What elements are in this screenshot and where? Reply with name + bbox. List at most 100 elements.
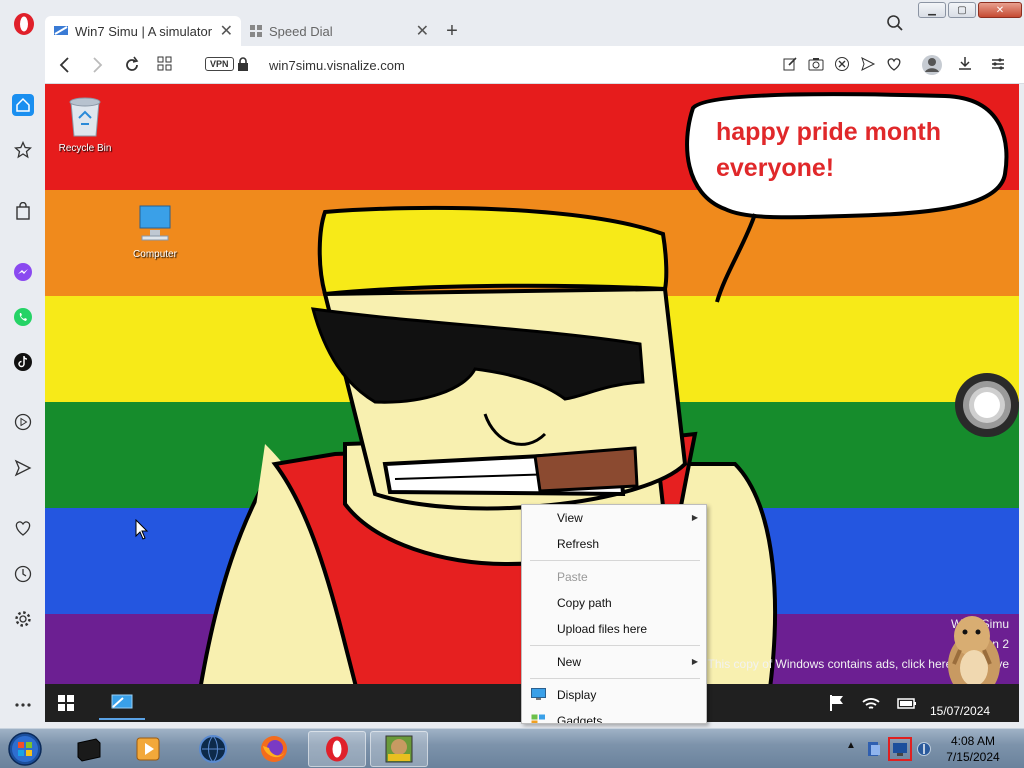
sidebar-send-icon[interactable] [12, 457, 34, 479]
speed-dial-icon [250, 25, 262, 37]
tray-app-icon[interactable] [866, 741, 882, 757]
sidebar-messenger-icon[interactable] [12, 261, 34, 283]
opera-sidebar [0, 84, 45, 728]
display-app-icon [111, 694, 133, 709]
context-menu-refresh[interactable]: Refresh [522, 531, 706, 557]
simulator-date[interactable]: 15/07/2024 [930, 704, 990, 718]
taskbar-opera[interactable] [308, 731, 366, 767]
recycle-bin-icon [69, 97, 101, 137]
wifi-icon[interactable] [861, 694, 881, 712]
taskbar-media-center[interactable] [60, 731, 118, 767]
menu-item-label: View [557, 511, 583, 525]
tray-volume-icon[interactable] [916, 741, 932, 757]
taskbar-media-player[interactable] [120, 731, 178, 767]
desktop-context-menu: View ▶ Refresh Paste Copy path Upload fil… [521, 504, 707, 724]
taskbar-box-game[interactable] [370, 731, 428, 767]
sidebar-tiktok-icon[interactable] [12, 351, 34, 373]
menu-item-label: Copy path [557, 596, 612, 610]
context-menu-gadgets[interactable]: Gadgets [522, 708, 706, 723]
desktop-icon-label: Recycle Bin [58, 143, 112, 154]
gadgets-icon [531, 714, 545, 723]
firefox-icon [261, 736, 287, 762]
system-clock[interactable]: 4:08 AM 7/15/2024 [940, 733, 1006, 765]
display-icon [531, 688, 546, 700]
reload-icon[interactable] [123, 56, 141, 74]
sidebar-more-icon[interactable] [12, 694, 34, 716]
context-menu-display[interactable]: Display [522, 682, 706, 708]
computer-icon [139, 205, 171, 241]
floating-action-button[interactable] [954, 372, 1020, 438]
desktop-icon-computer[interactable]: Computer [115, 204, 195, 260]
close-window-button[interactable]: ✕ [978, 2, 1022, 18]
opera-icon [326, 736, 348, 762]
tray-network-icon[interactable] [888, 737, 912, 761]
tab-grid-icon[interactable] [157, 56, 173, 72]
opera-logo-icon[interactable] [12, 12, 36, 36]
vpn-badge[interactable]: VPN [205, 57, 234, 71]
download-icon[interactable] [957, 56, 973, 72]
tab-speed-dial[interactable]: Speed Dial ✕ [241, 16, 437, 46]
show-hidden-icons-icon[interactable]: ▲ [846, 740, 856, 751]
speech-line-1: happy pride month [716, 118, 941, 146]
taskbar-firefox[interactable] [245, 731, 303, 767]
windows-orb-icon[interactable] [6, 731, 44, 767]
simulator-taskbar-app[interactable] [99, 688, 145, 720]
sidebar-shopping-icon[interactable] [12, 200, 34, 222]
taskbar-globe-app[interactable] [184, 731, 242, 767]
windows-start-icon[interactable] [57, 694, 75, 712]
menu-item-label: Refresh [557, 537, 600, 551]
submenu-arrow-icon: ▶ [691, 513, 698, 522]
forward-icon[interactable] [89, 56, 105, 74]
heart-icon[interactable] [886, 56, 902, 72]
menu-separator [530, 560, 700, 561]
window-controls: ▁ ▢ ✕ [918, 2, 1022, 18]
tab-win7simu[interactable]: Win7 Simu | A simulator of Windows 7 ✕ [45, 16, 241, 46]
box-game-icon [385, 735, 413, 763]
profile-avatar-icon[interactable] [921, 54, 943, 76]
clock-date: 7/15/2024 [946, 750, 1000, 764]
url-field[interactable]: win7simu.visnalize.com [269, 58, 405, 73]
context-menu-view[interactable]: View ▶ [522, 505, 706, 531]
speech-bubble-text: happy pride month everyone! [716, 114, 996, 186]
host-taskbar: ▲ 4:08 AM 7/15/2024 [0, 728, 1024, 768]
browser-window: Win7 Simu | A simulator of Windows 7 ✕ S… [0, 0, 1024, 728]
back-icon[interactable] [57, 56, 73, 74]
speech-line-2: everyone! [716, 154, 835, 182]
close-tab-icon[interactable]: ✕ [416, 21, 429, 41]
menu-item-label: Paste [557, 570, 588, 584]
close-tab-icon[interactable]: ✕ [220, 21, 233, 41]
address-bar: VPN win7simu.visnalize.com [45, 46, 1024, 84]
edit-share-icon[interactable] [782, 56, 798, 72]
context-menu-new[interactable]: New ▶ [522, 649, 706, 675]
mouse-cursor-icon [135, 519, 149, 540]
sidebar-bookmarks-icon[interactable] [12, 139, 34, 161]
sidebar-whatsapp-icon[interactable] [12, 306, 34, 328]
win7simu-favicon-icon [54, 26, 68, 35]
media-center-icon [77, 738, 101, 762]
easy-setup-icon[interactable] [990, 56, 1006, 72]
desktop-icon-recycle-bin[interactable]: Recycle Bin [45, 94, 125, 154]
tab-title: Speed Dial [269, 23, 333, 39]
sidebar-player-icon[interactable] [12, 411, 34, 433]
battery-icon[interactable] [897, 694, 917, 712]
send-icon[interactable] [860, 56, 876, 72]
sidebar-home-icon[interactable] [12, 94, 34, 116]
sidebar-settings-icon[interactable] [12, 608, 34, 630]
flag-icon[interactable] [829, 694, 845, 712]
search-tabs-icon[interactable] [886, 14, 904, 32]
tab-strip: Win7 Simu | A simulator of Windows 7 ✕ S… [45, 16, 467, 46]
context-menu-copy-path[interactable]: Copy path [522, 590, 706, 616]
menu-item-label: Upload files here [557, 622, 648, 636]
sidebar-history-icon[interactable] [12, 563, 34, 585]
menu-separator [530, 678, 700, 679]
sidebar-heart-icon[interactable] [12, 517, 34, 539]
context-menu-upload-files[interactable]: Upload files here [522, 616, 706, 642]
app-globe-icon [199, 735, 227, 763]
menu-item-label: Display [557, 688, 597, 702]
minimize-button[interactable]: ▁ [918, 2, 946, 18]
camera-icon[interactable] [808, 56, 824, 72]
ad-block-icon[interactable] [834, 56, 850, 72]
maximize-button[interactable]: ▢ [948, 2, 976, 18]
lock-icon[interactable] [237, 57, 249, 72]
new-tab-button[interactable]: + [437, 16, 467, 46]
